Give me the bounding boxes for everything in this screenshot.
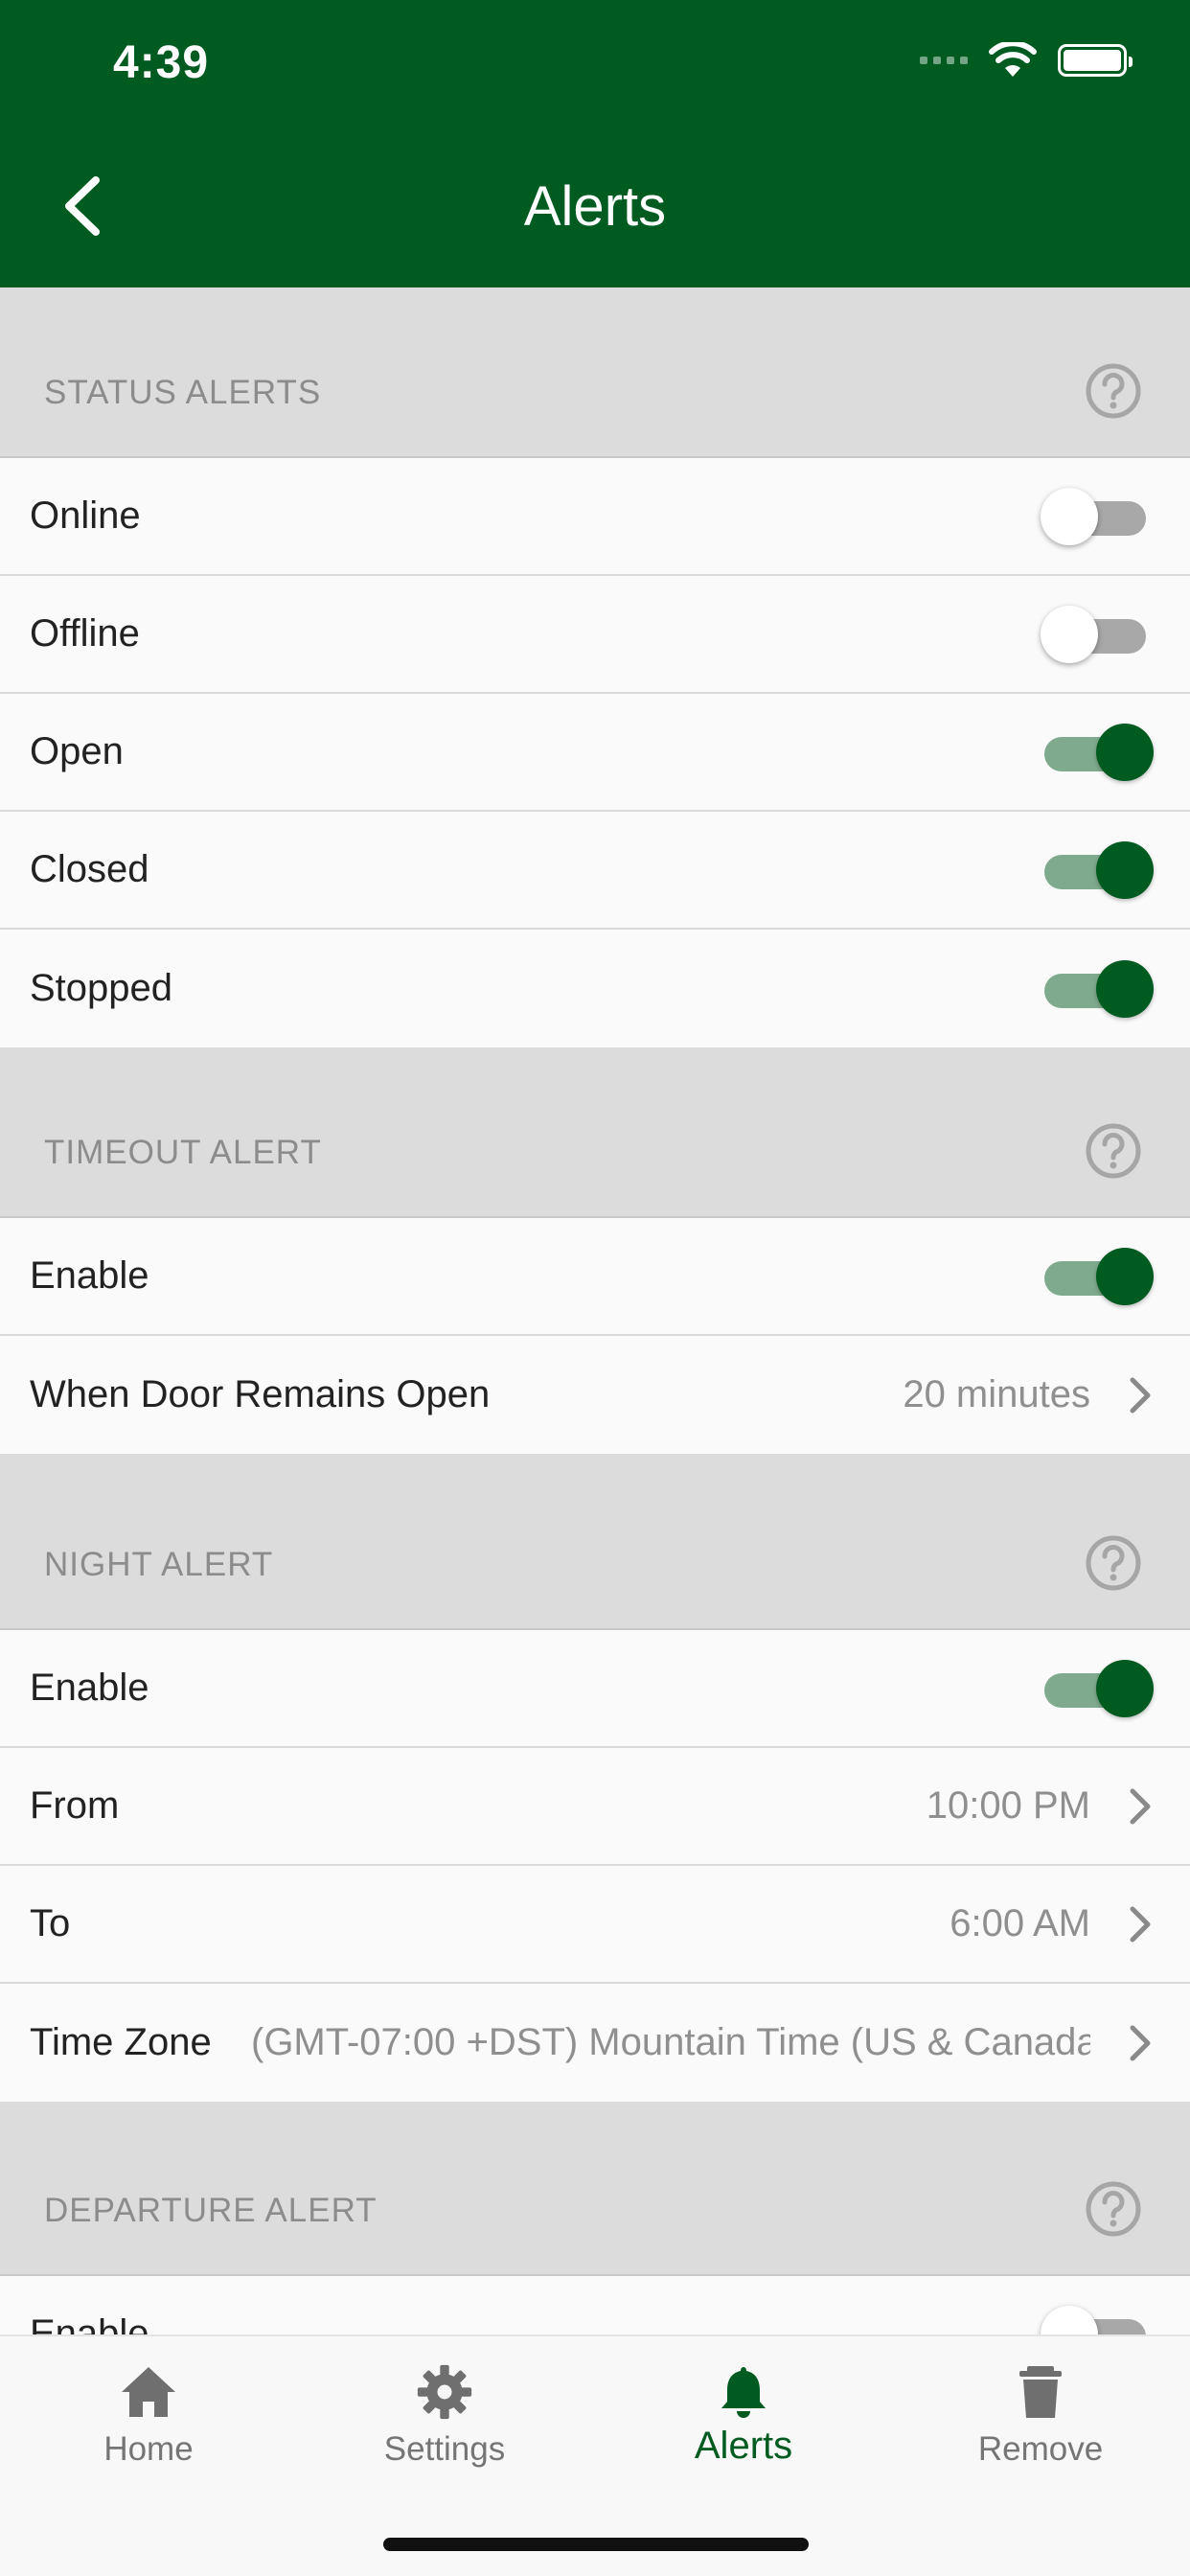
section-title: STATUS ALERTS <box>44 374 322 411</box>
offline-toggle[interactable] <box>1041 604 1148 665</box>
row-label: Enable <box>30 2312 149 2334</box>
section-title: DEPARTURE ALERT <box>44 2192 378 2229</box>
row-value: (GMT-07:00 +DST) Mountain Time (US & Can… <box>251 2021 1090 2063</box>
row-night-enable: Enable <box>0 1630 1190 1748</box>
tab-label: Alerts <box>694 2425 793 2467</box>
page-title: Alerts <box>523 175 667 238</box>
app-header: 4:39 Alerts <box>0 0 1190 288</box>
chevron-right-icon <box>1130 1788 1151 1824</box>
tab-home[interactable]: Home <box>53 2363 244 2469</box>
chevron-right-icon <box>1130 2025 1151 2060</box>
row-label: When Door Remains Open <box>30 1373 491 1415</box>
row-value: 10:00 PM <box>926 1784 1090 1827</box>
row-label: Online <box>30 494 141 537</box>
battery-icon <box>1058 44 1133 77</box>
row-online: Online <box>0 458 1190 576</box>
row-label: Stopped <box>30 967 173 1009</box>
row-night-to[interactable]: To 6:00 AM <box>0 1866 1190 1984</box>
row-closed: Closed <box>0 812 1190 930</box>
help-icon[interactable] <box>1085 362 1142 420</box>
row-departure-enable: Enable <box>0 2276 1190 2334</box>
row-label: Offline <box>30 612 140 655</box>
tab-settings[interactable]: Settings <box>349 2363 540 2469</box>
row-label: Enable <box>30 1667 149 1709</box>
section-title: NIGHT ALERT <box>44 1546 274 1583</box>
section-header-status-alerts: STATUS ALERTS <box>0 288 1190 458</box>
trash-icon <box>1019 2366 1062 2418</box>
tab-label: Remove <box>977 2430 1104 2468</box>
row-time-zone[interactable]: Time Zone (GMT-07:00 +DST) Mountain Time… <box>0 1984 1190 2102</box>
section-header-timeout-alert: TIMEOUT ALERT <box>0 1047 1190 1218</box>
section-title: TIMEOUT ALERT <box>44 1134 322 1171</box>
help-icon[interactable] <box>1085 1122 1142 1180</box>
row-label: Closed <box>30 848 149 890</box>
row-door-remains-open[interactable]: When Door Remains Open 20 minutes <box>0 1336 1190 1454</box>
help-icon[interactable] <box>1085 1534 1142 1592</box>
tab-label: Home <box>103 2430 194 2468</box>
row-label: From <box>30 1784 120 1827</box>
row-value: 20 minutes <box>903 1373 1090 1415</box>
tab-label: Settings <box>383 2430 506 2468</box>
row-label: Open <box>30 730 124 772</box>
tab-alerts[interactable]: Alerts <box>648 2363 839 2468</box>
row-open: Open <box>0 694 1190 812</box>
row-stopped: Stopped <box>0 930 1190 1047</box>
row-value: 6:00 AM <box>950 1902 1090 1944</box>
open-toggle[interactable] <box>1042 722 1154 783</box>
row-night-from[interactable]: From 10:00 PM <box>0 1748 1190 1866</box>
chevron-right-icon <box>1130 1906 1151 1942</box>
bell-icon <box>721 2367 766 2418</box>
status-icons <box>920 42 1133 79</box>
row-label: Enable <box>30 1254 149 1297</box>
row-label: To <box>30 1902 71 1944</box>
row-timeout-enable: Enable <box>0 1218 1190 1336</box>
status-time: 4:39 <box>113 37 210 88</box>
online-toggle[interactable] <box>1041 486 1148 547</box>
cellular-signal-icon <box>920 57 968 64</box>
closed-toggle[interactable] <box>1042 840 1154 901</box>
help-icon[interactable] <box>1085 2180 1142 2238</box>
night-enable-toggle[interactable] <box>1042 1658 1154 1719</box>
stopped-toggle[interactable] <box>1042 958 1154 1020</box>
row-offline: Offline <box>0 576 1190 694</box>
tab-remove[interactable]: Remove <box>945 2363 1136 2469</box>
section-header-night-alert: NIGHT ALERT <box>0 1454 1190 1630</box>
wifi-icon <box>989 42 1037 77</box>
row-label: Time Zone <box>30 2021 212 2063</box>
departure-enable-toggle[interactable] <box>1041 2304 1148 2334</box>
chevron-right-icon <box>1130 1377 1151 1413</box>
gear-icon <box>417 2364 472 2420</box>
home-indicator <box>383 2538 809 2551</box>
section-header-departure-alert: DEPARTURE ALERT <box>0 2102 1190 2276</box>
home-icon <box>122 2367 175 2417</box>
timeout-enable-toggle[interactable] <box>1042 1246 1154 1307</box>
alerts-list[interactable]: STATUS ALERTS Online Offline Open Closed… <box>0 288 1190 2334</box>
